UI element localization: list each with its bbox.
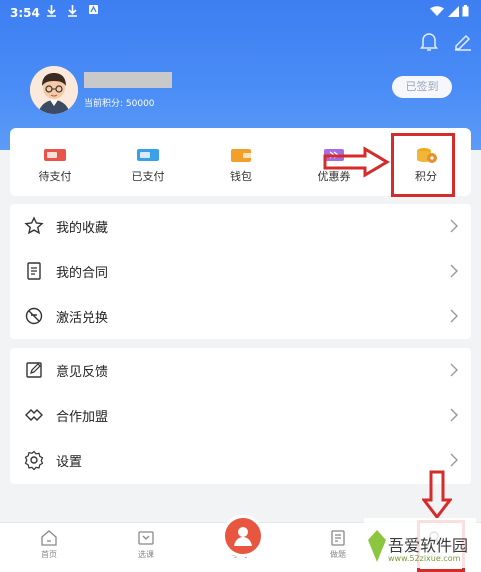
chevron-right-icon	[450, 408, 458, 422]
avatar[interactable]	[30, 66, 78, 114]
menu-item-label: 设置	[56, 455, 83, 470]
avatar-illustration	[30, 66, 78, 114]
settings-icon	[24, 450, 44, 470]
status-time: 3:54	[10, 6, 40, 20]
system-status-icons	[430, 5, 469, 20]
tab-label: 选课	[138, 550, 154, 559]
quick-action-paid[interactable]: 已支付	[118, 146, 178, 184]
menu-item-label: 激活兑换	[56, 311, 109, 326]
chevron-right-icon	[450, 363, 458, 377]
menu-item-partnership[interactable]: 合作加盟	[10, 393, 471, 438]
annotation-highlight-box	[391, 133, 455, 197]
menu-item-label: 我的收藏	[56, 221, 109, 236]
watermark-logo-icon	[368, 530, 386, 562]
tab-label: 首页	[41, 550, 57, 559]
quick-action-pending-payment[interactable]: 待支付	[25, 146, 85, 184]
watermark-url: www.52zixue.com	[388, 554, 461, 563]
menu-item-contracts[interactable]: 我的合同	[10, 249, 471, 294]
menu-item-settings[interactable]: 设置	[10, 438, 471, 483]
menu-item-feedback[interactable]: 意见反馈	[10, 348, 471, 393]
menu-item-label: 意见反馈	[56, 365, 109, 380]
battery-icon	[462, 5, 469, 17]
feedback-icon	[26, 362, 42, 378]
tab-label: 做题	[330, 550, 346, 559]
watermark-title: 吾爱软件园	[388, 536, 469, 555]
contract-icon	[27, 262, 41, 280]
status-bar: 3:54	[0, 0, 481, 26]
signal-icon	[447, 6, 459, 17]
quick-action-label: 已支付	[131, 170, 165, 183]
quick-action-label: 待支付	[38, 170, 72, 183]
menu-group-primary: 我的收藏 我的合同 激活兑换	[10, 204, 471, 339]
wifi-icon	[430, 6, 444, 16]
username-redacted	[84, 72, 172, 88]
download-icon	[47, 5, 56, 17]
tab-course-select[interactable]: 选课	[116, 529, 176, 560]
wallet-icon	[231, 149, 251, 162]
menu-group-secondary: 意见反馈 合作加盟 设置	[10, 348, 471, 484]
edit-icon[interactable]	[452, 30, 474, 52]
paid-icon	[137, 149, 159, 161]
app-notification-icon	[89, 5, 98, 14]
partnership-icon	[25, 409, 43, 421]
watermark: 吾爱软件园 www.52zixue.com	[364, 518, 476, 568]
tab-home[interactable]: 首页	[19, 529, 79, 560]
quick-action-label: 钱包	[230, 170, 252, 183]
study-center-button[interactable]	[222, 515, 264, 557]
home-icon	[41, 530, 57, 546]
menu-item-label: 合作加盟	[56, 410, 109, 425]
activate-icon	[25, 307, 43, 325]
study-icon	[234, 527, 252, 546]
pending-payment-icon	[44, 149, 66, 161]
notification-icons	[46, 4, 99, 17]
practice-icon	[331, 530, 345, 546]
chevron-right-icon	[450, 219, 458, 233]
star-icon	[24, 216, 44, 235]
menu-item-label: 我的合同	[56, 266, 109, 281]
notification-bell-icon[interactable]	[418, 30, 440, 52]
quick-action-wallet[interactable]: 钱包	[211, 146, 271, 184]
annotation-arrow-icon	[323, 146, 390, 178]
signed-in-button[interactable]: 已签到	[392, 76, 452, 98]
download-icon	[68, 5, 77, 17]
tab-practice[interactable]: 做题	[308, 529, 368, 560]
annotation-down-arrow-icon	[422, 470, 452, 520]
chevron-right-icon	[450, 264, 458, 278]
menu-item-favorites[interactable]: 我的收藏	[10, 204, 471, 249]
chevron-right-icon	[450, 453, 458, 467]
points-balance: 当前积分: 50000	[84, 99, 155, 109]
course-select-icon	[138, 531, 154, 545]
chevron-right-icon	[450, 309, 458, 323]
menu-item-activate-redeem[interactable]: 激活兑换	[10, 294, 471, 339]
